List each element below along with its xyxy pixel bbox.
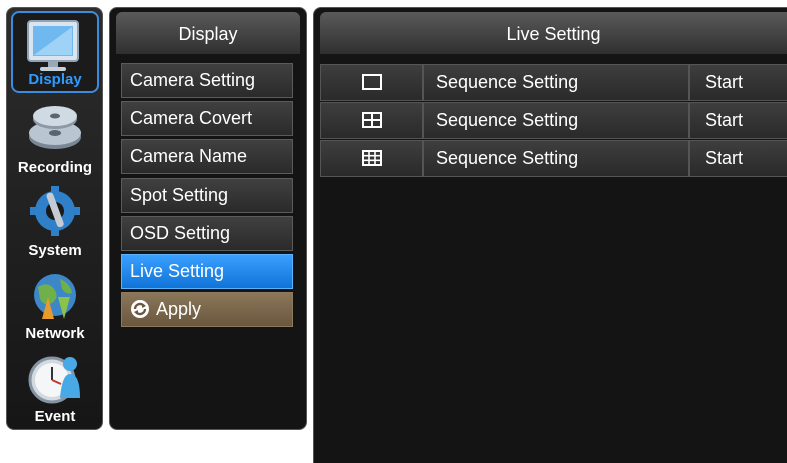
- sequence-row: Sequence Setting Start: [320, 102, 787, 139]
- disks-icon: [29, 106, 81, 149]
- layout-cell: [320, 64, 423, 101]
- sequence-setting-label: Sequence Setting: [423, 102, 689, 139]
- menu-item-camera-name[interactable]: Camera Name: [121, 139, 293, 174]
- category-system[interactable]: System: [11, 180, 99, 262]
- sequence-row: Sequence Setting Start: [320, 140, 787, 177]
- apply-label: Apply: [156, 299, 202, 319]
- category-display[interactable]: Display: [11, 11, 99, 93]
- single-screen-icon: [361, 73, 382, 90]
- menu-item-camera-setting[interactable]: Camera Setting: [121, 63, 293, 98]
- submenu-title: Display: [116, 12, 300, 54]
- menu-item-osd-setting[interactable]: OSD Setting: [121, 216, 293, 251]
- menu-item-live-setting[interactable]: Live Setting: [121, 254, 293, 289]
- refresh-icon: [131, 299, 149, 318]
- category-sidebar: Display Recording System Network Event: [6, 7, 103, 430]
- gear-wrench-icon: [30, 186, 80, 236]
- sequence-setting-label: Sequence Setting: [423, 64, 689, 101]
- category-event[interactable]: Event: [11, 346, 99, 428]
- menu-item-spot-setting[interactable]: Spot Setting: [121, 178, 293, 213]
- category-label: Recording: [17, 159, 93, 176]
- panel-title: Live Setting: [320, 12, 787, 54]
- globe-arrows-icon: [34, 274, 76, 319]
- category-label: Display: [28, 71, 82, 88]
- clock-person-icon: [28, 356, 80, 404]
- monitor-icon: [27, 20, 79, 71]
- start-button[interactable]: Start: [689, 140, 787, 177]
- display-submenu: Display Camera Setting Camera Covert Cam…: [109, 7, 307, 430]
- layout-cell: [320, 102, 423, 139]
- layout-cell: [320, 140, 423, 177]
- sequence-setting-label: Sequence Setting: [423, 140, 689, 177]
- category-label: Event: [34, 408, 76, 425]
- start-button[interactable]: Start: [689, 64, 787, 101]
- category-recording[interactable]: Recording: [11, 97, 99, 179]
- quad-screen-icon: [361, 111, 382, 128]
- category-label: System: [28, 242, 82, 259]
- menu-item-camera-covert[interactable]: Camera Covert: [121, 101, 293, 136]
- category-network[interactable]: Network: [11, 263, 99, 345]
- apply-button[interactable]: Apply: [121, 292, 293, 327]
- category-label: Network: [25, 325, 85, 342]
- live-setting-panel: Live Setting Sequence Setting Start Sequ…: [313, 7, 787, 463]
- nine-screen-icon: [361, 149, 382, 166]
- sequence-row: Sequence Setting Start: [320, 64, 787, 101]
- start-button[interactable]: Start: [689, 102, 787, 139]
